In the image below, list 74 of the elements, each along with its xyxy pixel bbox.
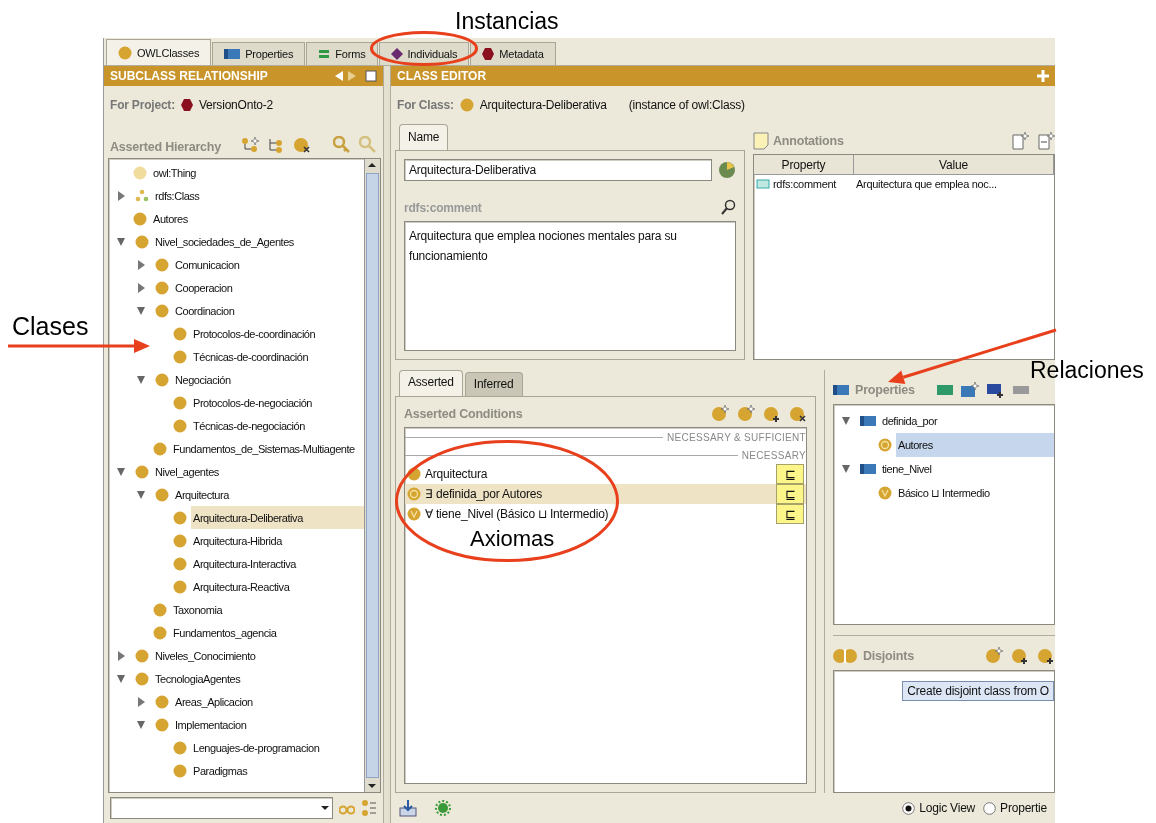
callout-label: Instancias <box>455 10 559 33</box>
radio-label[interactable]: Logic View <box>919 801 976 815</box>
comment-field[interactable]: Arquitectura que emplea nociones mentales para su funcionamiento <box>404 221 736 351</box>
tree-item[interactable]: rdfs:Class <box>153 184 364 207</box>
table-cell: rdfs:comment <box>773 178 837 190</box>
tree-item[interactable]: Básico ⊔ Intermedio <box>896 481 1054 505</box>
tab[interactable]: Metadata <box>470 42 556 65</box>
table-cell: Arquitectura que emplea noc... <box>856 178 997 190</box>
tree-item[interactable]: Autores <box>151 207 364 230</box>
tree-item[interactable]: tiene_Nivel <box>880 457 1054 481</box>
column-header: Property <box>754 155 854 174</box>
tab[interactable]: Properties <box>212 42 306 65</box>
section-title: Annotations <box>773 134 844 148</box>
class-name: Arquitectura-Deliberativa <box>479 98 607 112</box>
tree-item[interactable]: Técnicas-de-negociación <box>191 414 364 437</box>
tooltip: Create disjoint class from O <box>902 681 1054 701</box>
condition-text: Arquitectura <box>425 467 489 481</box>
subclass-button[interactable]: ⊑ <box>776 464 804 484</box>
tree-item[interactable]: Fundamentos_agencia <box>171 621 364 644</box>
subclass-button[interactable]: ⊑ <box>776 504 804 524</box>
tree-item[interactable]: Coordinacion <box>173 299 364 322</box>
tree-item[interactable]: Areas_Aplicacion <box>173 690 364 713</box>
condition-text: ∀ tiene_Nivel (Básico ⊔ Intermedio) <box>425 507 610 521</box>
condition-row[interactable]: ∀ tiene_Nivel (Básico ⊔ Intermedio) ⊑ <box>405 504 806 524</box>
tree-item[interactable]: Lenguajes-de-programacion <box>191 736 364 759</box>
tree-item[interactable]: Fundamentos_de_Sistemas-Multiagente <box>171 437 364 460</box>
tree-item[interactable]: Niveles_Conocimiento <box>153 644 364 667</box>
callout-label: Clases <box>12 314 89 339</box>
field-label: For Class: <box>397 98 454 112</box>
tab[interactable]: OWLClasses <box>106 39 212 65</box>
panel-title: SUBCLASS RELATIONSHIP <box>110 69 269 83</box>
radio-label[interactable]: Propertie <box>1000 801 1047 815</box>
tree-item[interactable]: Arquitectura-Hibrida <box>191 529 364 552</box>
tab[interactable]: Asserted <box>399 370 463 396</box>
tree-item[interactable]: Cooperacion <box>173 276 364 299</box>
class-type: (instance of owl:Class) <box>628 98 745 112</box>
tree-item[interactable]: Arquitectura-Deliberativa <box>191 506 364 529</box>
condition-text: ∃ definida_por Autores <box>425 487 543 501</box>
tree-item[interactable]: Nivel_agentes <box>153 460 364 483</box>
section-title: Properties <box>855 383 915 397</box>
panel-title: CLASS EDITOR <box>397 69 488 83</box>
tree-item[interactable]: Arquitectura <box>173 483 364 506</box>
tree-item[interactable]: Taxonomia <box>171 598 364 621</box>
section-title: Disjoints <box>863 649 914 663</box>
tree-item[interactable]: definida_por <box>880 409 1054 433</box>
subclass-button[interactable]: ⊑ <box>776 484 804 504</box>
field-label: rdfs:comment <box>404 201 483 215</box>
tree-item[interactable]: Nivel_sociedades_de_Agentes <box>153 230 364 253</box>
tree-item[interactable]: Paradigmas <box>191 759 364 782</box>
name-field[interactable]: Arquitectura-Deliberativa <box>404 159 712 181</box>
tab[interactable]: Name <box>399 124 449 150</box>
tree-item[interactable]: Negociación <box>173 368 364 391</box>
tree-item[interactable]: Protocolos-de-coordinación <box>191 322 364 345</box>
tree-item[interactable]: Técnicas-de-coordinación <box>191 345 364 368</box>
section-title: Asserted Conditions <box>404 407 523 421</box>
tree-item[interactable]: Autores <box>896 433 1054 457</box>
tree-item[interactable]: TecnologiaAgentes <box>153 667 364 690</box>
project-name: VersionOnto-2 <box>198 98 274 112</box>
section-title: Asserted Hierarchy <box>110 140 222 154</box>
tab[interactable]: Inferred <box>464 372 523 396</box>
tree-item[interactable]: owl:Thing <box>151 161 364 184</box>
section-label: NECESSARY <box>741 449 806 461</box>
callout-label: Relaciones <box>1030 359 1144 382</box>
tree-item[interactable]: Arquitectura-Reactiva <box>191 575 364 598</box>
callout-label: Axiomas <box>470 528 555 550</box>
condition-row[interactable]: ∃ definida_por Autores ⊑ <box>405 484 806 504</box>
tree-item[interactable]: Comunicacion <box>173 253 364 276</box>
field-label: For Project: <box>110 98 175 112</box>
tree-item[interactable]: Protocolos-de-negociación <box>191 391 364 414</box>
tree-item[interactable]: Implementacion <box>173 713 364 736</box>
column-header: Value <box>854 155 1054 174</box>
tab[interactable]: Forms <box>306 42 378 65</box>
tree-item[interactable]: Arquitectura-Interactiva <box>191 552 364 575</box>
section-label: NECESSARY & SUFFICIENT <box>666 431 806 443</box>
